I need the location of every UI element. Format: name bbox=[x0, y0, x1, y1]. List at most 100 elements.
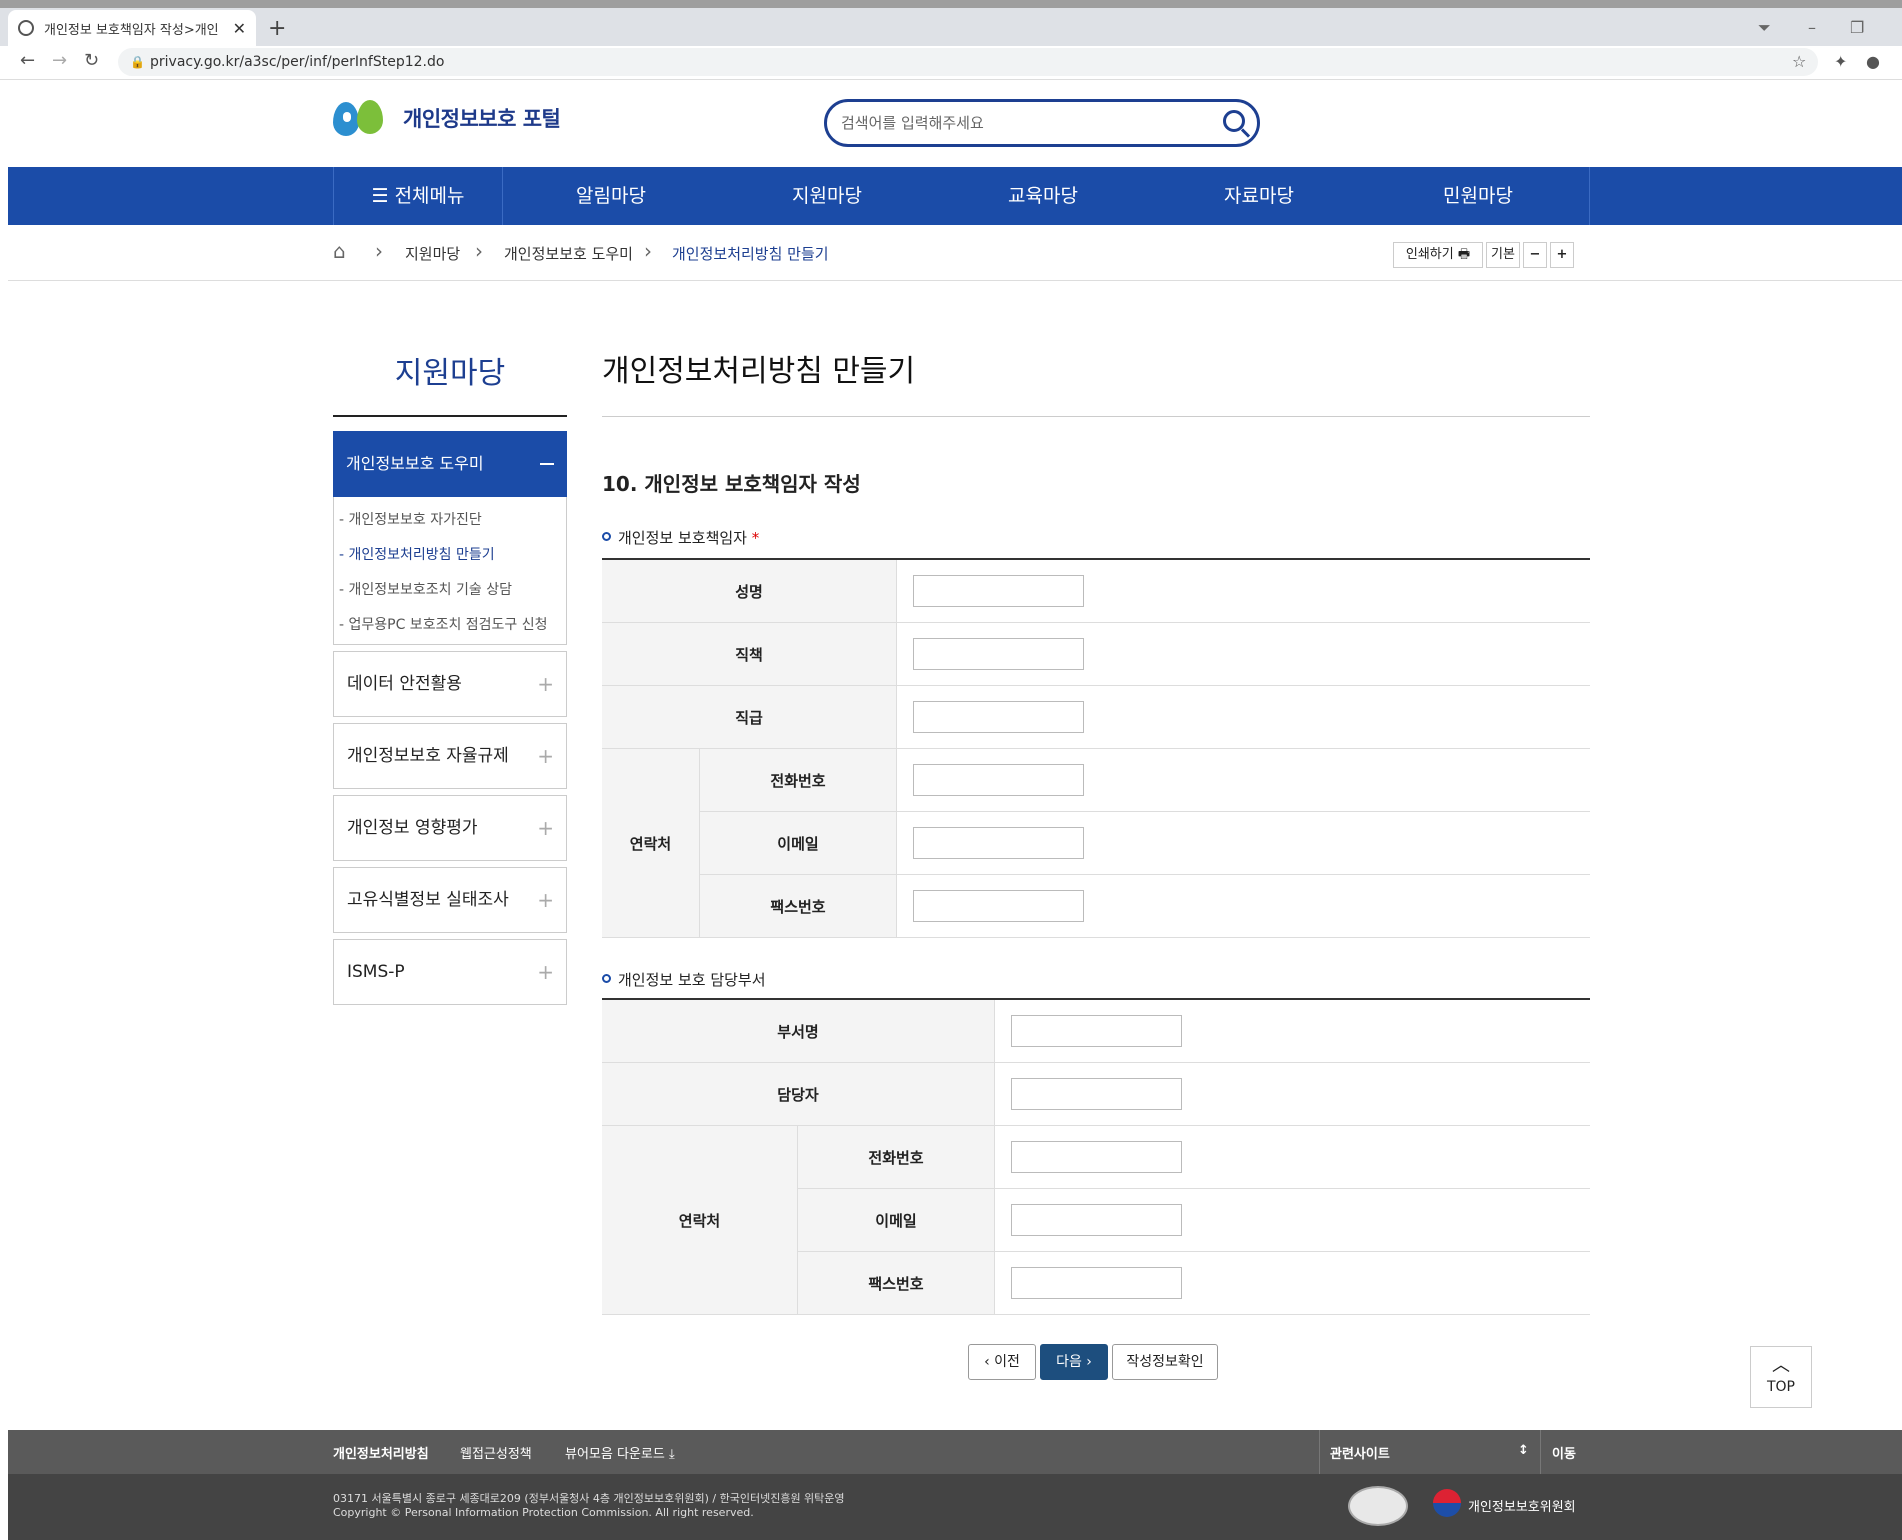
review-button[interactable]: 작성정보확인 bbox=[1112, 1344, 1218, 1380]
profile-menu-icon[interactable]: ⏷ bbox=[1758, 18, 1771, 38]
rank-input[interactable] bbox=[913, 701, 1084, 733]
name-input[interactable] bbox=[913, 575, 1084, 607]
breadcrumb-item[interactable]: 개인정보보호 도우미 bbox=[504, 243, 633, 264]
minimize-icon[interactable]: – bbox=[1808, 18, 1816, 37]
sidebar-item-self-regulation[interactable]: 개인정보보호 자율규제 + bbox=[333, 723, 567, 789]
logo-text: 개인정보보호 포털 bbox=[403, 107, 561, 131]
sidebar-item-unique-id-survey[interactable]: 고유식별정보 실태조사 + bbox=[333, 867, 567, 933]
home-icon[interactable]: ⌂ bbox=[333, 239, 346, 263]
sidebar-submenu: - 개인정보보호 자가진단 - 개인정보처리방침 만들기 - 개인정보보호조치 … bbox=[333, 497, 567, 645]
phone-input[interactable] bbox=[913, 764, 1084, 796]
footer-divider bbox=[1319, 1430, 1320, 1474]
chevron-up-icon: ︿ bbox=[1772, 1355, 1790, 1376]
sidebar-item-privacy-helper[interactable]: 개인정보보호 도우미 bbox=[333, 431, 567, 497]
browser-tab[interactable]: 개인정보 보호책임자 작성>개인 ✕ bbox=[8, 10, 256, 46]
label-rank: 직급 bbox=[602, 686, 896, 749]
font-default-button[interactable]: 기본 bbox=[1486, 242, 1520, 268]
group-heading-officer: 개인정보 보호책임자 * bbox=[602, 527, 759, 548]
footer-links-bar: 개인정보처리방침 웹접근성정책 뷰어모음 다운로드 ⤓ 관련사이트 ↕ 이동 bbox=[8, 1430, 1902, 1474]
search-icon[interactable] bbox=[1223, 110, 1245, 132]
site-logo[interactable]: 개인정보보호 포털 bbox=[333, 100, 561, 136]
hamburger-icon: ☰ bbox=[371, 185, 389, 207]
web-page: 개인정보보호 포털 검색어를 입력해주세요 ☰ 전체메뉴 알림마당 지원마당 교… bbox=[8, 80, 1902, 1540]
window-top-bar bbox=[0, 0, 1902, 8]
restore-icon[interactable]: ❐ bbox=[1850, 18, 1864, 37]
forward-icon[interactable]: → bbox=[52, 50, 67, 71]
group-heading-text: 개인정보 보호 담당부서 bbox=[618, 971, 766, 989]
sidebar-active-label: 개인정보보호 도우미 bbox=[346, 454, 484, 473]
expand-icon: + bbox=[537, 672, 554, 696]
sidebar-item-impact-assessment[interactable]: 개인정보 영향평가 + bbox=[333, 795, 567, 861]
breadcrumb-item[interactable]: 지원마당 bbox=[405, 243, 460, 264]
go-button[interactable]: 이동 bbox=[1552, 1443, 1576, 1462]
footer-address: 03171 서울특별시 종로구 세종대로209 (정부서울청사 4층 개인정보보… bbox=[333, 1492, 845, 1505]
nav-item-notice[interactable]: 알림마당 bbox=[503, 167, 719, 225]
label-email: 이메일 bbox=[798, 1189, 994, 1252]
submenu-item-pc-check[interactable]: - 업무용PC 보호조치 점검도구 신청 bbox=[339, 614, 548, 634]
label-name: 성명 bbox=[602, 560, 896, 623]
email-input[interactable] bbox=[913, 827, 1084, 859]
group-heading-text: 개인정보 보호책임자 bbox=[618, 529, 747, 547]
manager-input[interactable] bbox=[1011, 1078, 1182, 1110]
related-sites-select[interactable]: 관련사이트 bbox=[1330, 1443, 1390, 1462]
footer-link-viewer-download[interactable]: 뷰어모음 다운로드 ⤓ bbox=[565, 1443, 675, 1462]
extensions-icon[interactable]: ✦ bbox=[1834, 52, 1847, 71]
footer-link-accessibility[interactable]: 웹접근성정책 bbox=[460, 1443, 532, 1462]
breadcrumb: ⌂ › 지원마당 › 개인정보보호 도우미 › 개인정보처리방침 만들기 인쇄하… bbox=[8, 225, 1902, 281]
all-menu-button[interactable]: ☰ 전체메뉴 bbox=[333, 167, 503, 225]
submenu-item-self-diagnosis[interactable]: - 개인정보보호 자가진단 bbox=[339, 509, 482, 529]
footer-info: 03171 서울특별시 종로구 세종대로209 (정부서울청사 4층 개인정보보… bbox=[8, 1474, 1902, 1540]
breadcrumb-current[interactable]: 개인정보처리방침 만들기 bbox=[672, 243, 829, 264]
reload-icon[interactable]: ↻ bbox=[84, 50, 99, 71]
search-placeholder: 검색어를 입력해주세요 bbox=[841, 114, 984, 132]
tab-strip: 개인정보 보호책임자 작성>개인 ✕ + ⏷ – ❐ bbox=[0, 8, 1902, 46]
fax-input[interactable] bbox=[913, 890, 1084, 922]
logo-mark-icon bbox=[333, 100, 389, 136]
print-button[interactable]: 인쇄하기 🖶 bbox=[1393, 242, 1483, 268]
chevron-right-icon: › bbox=[475, 239, 483, 263]
bookmark-star-icon[interactable]: ☆ bbox=[1792, 52, 1806, 71]
font-increase-button[interactable]: + bbox=[1550, 242, 1574, 268]
dept-phone-input[interactable] bbox=[1011, 1141, 1182, 1173]
font-decrease-button[interactable]: − bbox=[1523, 242, 1547, 268]
expand-icon: + bbox=[537, 888, 554, 912]
scroll-top-button[interactable]: ︿ TOP bbox=[1750, 1346, 1812, 1408]
prev-button[interactable]: ‹ 이전 bbox=[968, 1344, 1036, 1380]
close-tab-icon[interactable]: ✕ bbox=[233, 19, 246, 38]
section-title: 10. 개인정보 보호책임자 작성 bbox=[602, 472, 861, 496]
submenu-item-tech-consult[interactable]: - 개인정보보호조치 기술 상담 bbox=[339, 579, 512, 599]
sidebar-divider bbox=[333, 415, 567, 417]
footer-link-privacy-policy[interactable]: 개인정보처리방침 bbox=[333, 1443, 429, 1462]
url-text: privacy.go.kr/a3sc/per/inf/perInfStep12.… bbox=[150, 54, 445, 70]
nav-item-education[interactable]: 교육마당 bbox=[935, 167, 1151, 225]
dept-email-input[interactable] bbox=[1011, 1204, 1182, 1236]
download-icon: ⤓ bbox=[668, 1447, 675, 1462]
label-fax: 팩스번호 bbox=[700, 875, 896, 938]
sidebar-item-isms-p[interactable]: ISMS-P + bbox=[333, 939, 567, 1005]
nav-item-resources[interactable]: 자료마당 bbox=[1151, 167, 1367, 225]
expand-icon: + bbox=[537, 816, 554, 840]
related-sites-label: 관련사이트 bbox=[1330, 1447, 1390, 1462]
sidebar-item-label: ISMS-P bbox=[347, 962, 405, 982]
sidebar-item-label: 개인정보보호 자율규제 bbox=[347, 746, 509, 766]
account-icon[interactable]: ● bbox=[1866, 52, 1880, 71]
nav-item-support[interactable]: 지원마당 bbox=[719, 167, 935, 225]
submenu-item-policy-maker[interactable]: - 개인정보처리방침 만들기 bbox=[339, 544, 495, 564]
search-input[interactable]: 검색어를 입력해주세요 bbox=[824, 99, 1260, 147]
expand-icon: + bbox=[537, 744, 554, 768]
label-phone: 전화번호 bbox=[700, 749, 896, 812]
next-button[interactable]: 다음 › bbox=[1040, 1344, 1108, 1380]
select-arrows-icon: ↕ bbox=[1518, 1443, 1529, 1458]
new-tab-icon[interactable]: + bbox=[268, 16, 286, 41]
position-input[interactable] bbox=[913, 638, 1084, 670]
label-department: 부서명 bbox=[602, 1000, 994, 1063]
sidebar-item-data[interactable]: 데이터 안전활용 + bbox=[333, 651, 567, 717]
department-input[interactable] bbox=[1011, 1015, 1182, 1047]
main-navigation: ☰ 전체메뉴 알림마당 지원마당 교육마당 자료마당 민원마당 bbox=[8, 167, 1902, 225]
url-field[interactable]: 🔒 privacy.go.kr/a3sc/per/inf/perInfStep1… bbox=[118, 48, 1818, 76]
back-icon[interactable]: ← bbox=[20, 50, 35, 71]
label-email: 이메일 bbox=[700, 812, 896, 875]
nav-item-civil[interactable]: 민원마당 bbox=[1367, 167, 1590, 225]
dept-fax-input[interactable] bbox=[1011, 1267, 1182, 1299]
officer-table: 성명 직책 직급 연락처 전화번호 이메일 팩스번호 bbox=[602, 558, 1590, 938]
